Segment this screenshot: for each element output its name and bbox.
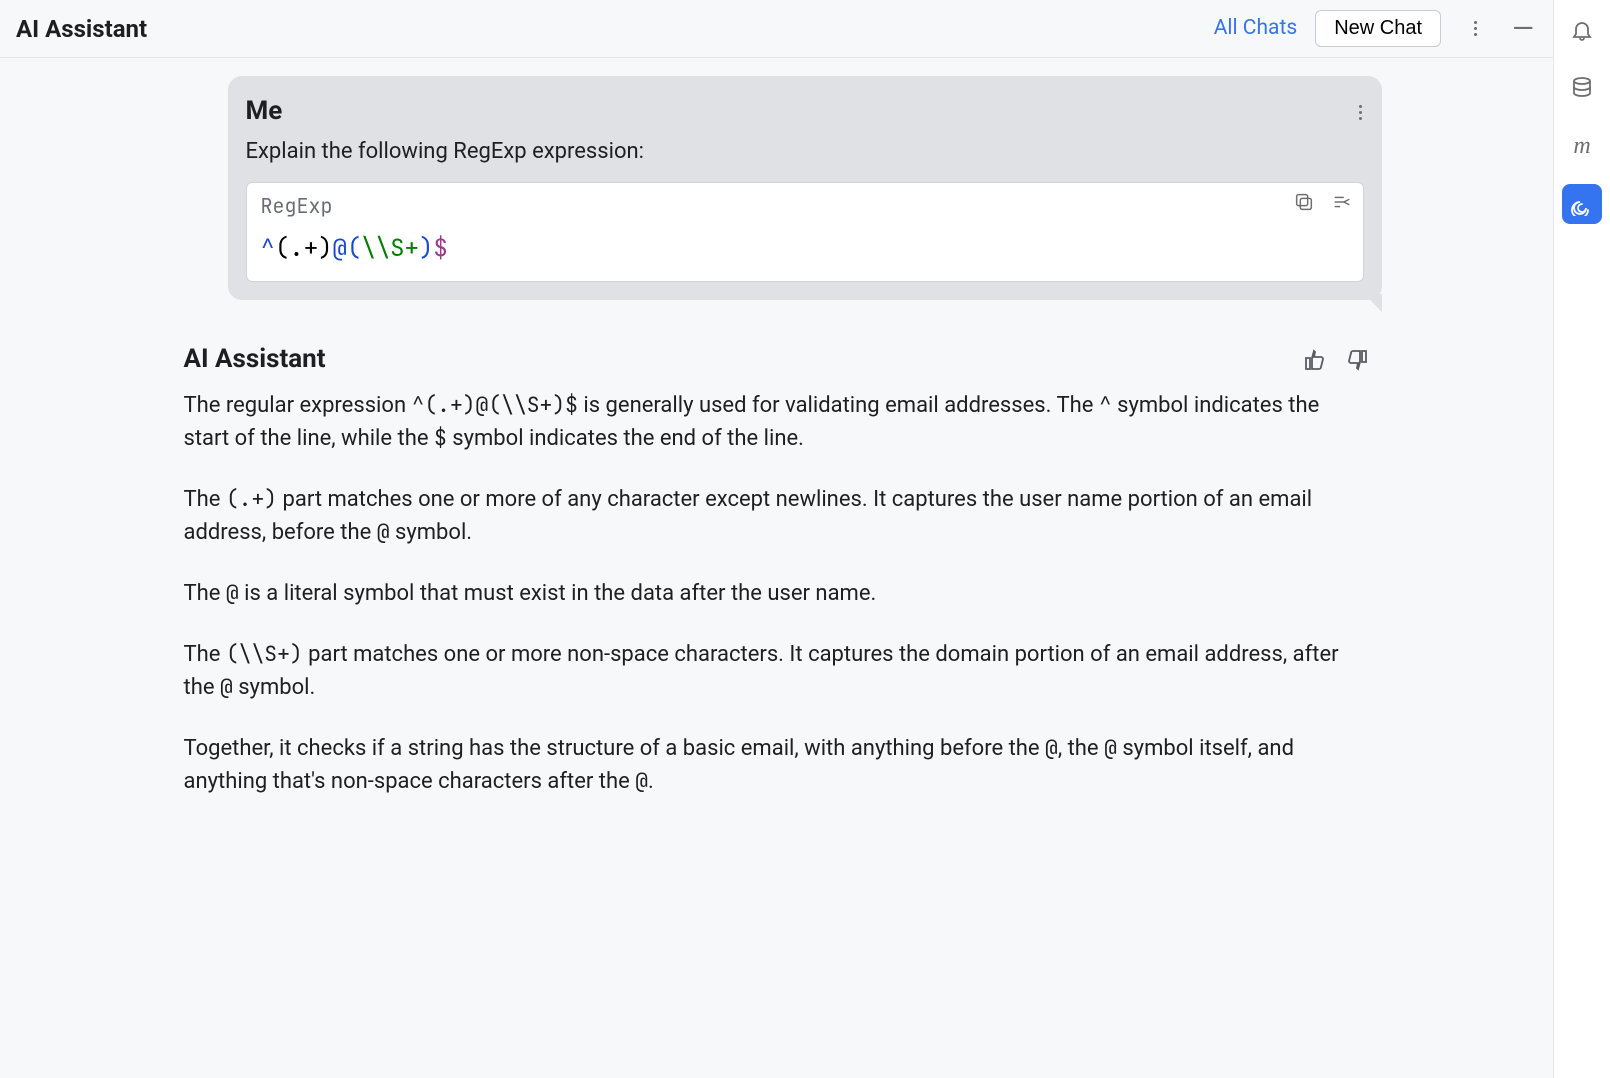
notifications-tool-button[interactable]	[1562, 10, 1602, 50]
thumbs-up-button[interactable]	[1302, 347, 1328, 373]
regex-token: (.+)	[275, 233, 333, 264]
inline-code: ^	[1099, 391, 1112, 419]
code-language-label: RegExp	[261, 191, 1349, 221]
spiral-icon	[1570, 192, 1594, 216]
regex-token: \\S+	[361, 233, 419, 264]
thumbs-down-icon	[1345, 348, 1369, 372]
assistant-name-label: AI Assistant	[184, 340, 326, 379]
message-more-menu[interactable]	[1355, 86, 1366, 124]
inline-code: (.+)	[226, 485, 277, 513]
regex-token: ^	[261, 233, 275, 264]
m-tool-button[interactable]: m	[1562, 126, 1602, 166]
panel-header: AI Assistant All Chats New Chat —	[0, 0, 1553, 58]
inline-code: ^(.+)@(\\S+)$	[412, 391, 578, 419]
inline-code: @	[377, 518, 390, 546]
regex-token: )	[419, 233, 433, 264]
panel-more-menu[interactable]	[1461, 15, 1489, 43]
inline-code: @	[220, 673, 233, 701]
bell-icon	[1570, 18, 1594, 42]
user-prompt-text: Explain the following RegExp expression:	[246, 135, 1364, 168]
inline-code: @	[1104, 734, 1117, 762]
inline-code: (\\S+)	[226, 640, 303, 668]
vertical-ellipsis-icon	[1470, 17, 1481, 40]
copy-icon	[1293, 191, 1315, 213]
minimize-panel-button[interactable]: —	[1509, 15, 1537, 43]
user-sender-label: Me	[246, 92, 1364, 131]
assistant-paragraph: Together, it checks if a string has the …	[184, 732, 1370, 798]
inline-code: @	[635, 767, 648, 795]
inline-code: @	[1045, 734, 1058, 762]
assistant-paragraph: The @ is a literal symbol that must exis…	[184, 577, 1370, 610]
vertical-ellipsis-icon	[1355, 101, 1366, 124]
assistant-paragraph: The (.+) part matches one or more of any…	[184, 483, 1370, 549]
thumbs-up-icon	[1303, 348, 1327, 372]
panel-title: AI Assistant	[16, 11, 147, 47]
user-message-bubble: Me Explain the following RegExp expressi…	[228, 76, 1382, 300]
m-letter-icon: m	[1573, 128, 1590, 164]
all-chats-link[interactable]: All Chats	[1214, 13, 1298, 45]
chat-scroll-area[interactable]: Me Explain the following RegExp expressi…	[0, 58, 1553, 1078]
inline-code: @	[226, 579, 239, 607]
ai-assistant-panel: AI Assistant All Chats New Chat —	[0, 0, 1554, 1078]
code-block: RegExp ^(.+)@(\\S+)$	[246, 182, 1364, 282]
minimize-icon: —	[1512, 15, 1534, 43]
assistant-reply: AI Assistant The regular expression ^(.+…	[172, 340, 1382, 798]
assistant-paragraph: The regular expression ^(.+)@(\\S+)$ is …	[184, 389, 1370, 455]
database-tool-button[interactable]	[1562, 68, 1602, 108]
regex-token: $	[433, 233, 447, 264]
thumbs-down-button[interactable]	[1344, 347, 1370, 373]
insert-code-button[interactable]	[1331, 191, 1353, 213]
regex-token: @(	[333, 233, 362, 264]
database-icon	[1570, 76, 1594, 100]
insert-snippet-icon	[1331, 191, 1353, 213]
inline-code: $	[434, 424, 447, 452]
ai-assistant-tool-button[interactable]	[1562, 184, 1602, 224]
right-tool-sidebar: m	[1554, 0, 1610, 1078]
assistant-paragraph: The (\\S+) part matches one or more non-…	[184, 638, 1370, 704]
code-content: ^(.+)@(\\S+)$	[261, 231, 1349, 267]
new-chat-button[interactable]: New Chat	[1315, 10, 1441, 47]
copy-code-button[interactable]	[1293, 191, 1315, 213]
